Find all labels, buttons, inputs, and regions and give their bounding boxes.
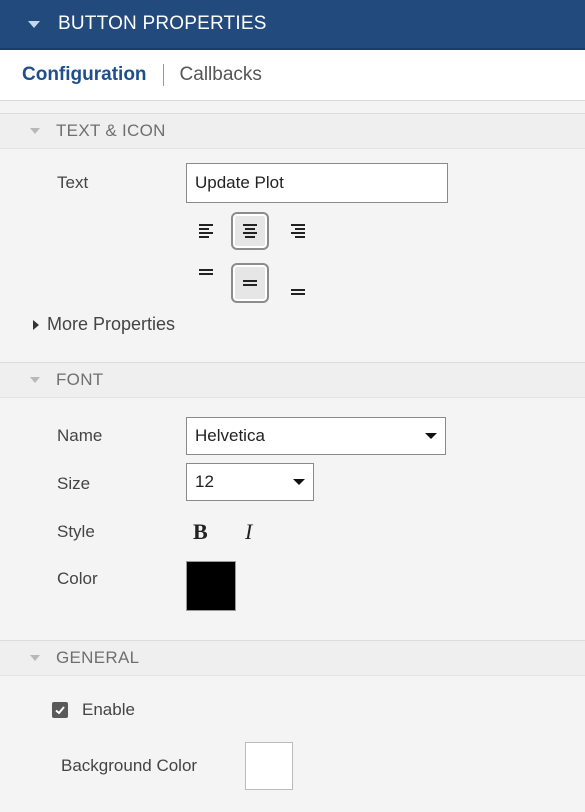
text-label: Text (57, 173, 89, 192)
valign-center-button[interactable] (231, 263, 269, 303)
enable-label: Enable (82, 700, 135, 719)
font-name-dropdown[interactable]: Helvetica (186, 417, 446, 455)
section-title: TEXT & ICON (56, 121, 166, 140)
font-name-label: Name (57, 426, 103, 445)
valign-top-icon (199, 269, 213, 275)
background-color-label: Background Color (61, 756, 198, 775)
font-style-label: Style (57, 522, 95, 541)
section-header-font[interactable]: FONT (0, 362, 585, 398)
font-color-label: Color (57, 569, 98, 588)
chevron-down-icon (293, 479, 305, 485)
collapse-triangle-icon[interactable] (30, 655, 40, 661)
panel-title: BUTTON PROPERTIES (58, 13, 267, 34)
font-size-label: Size (57, 474, 91, 493)
background-color-swatch[interactable] (245, 742, 293, 790)
collapse-triangle-icon[interactable] (28, 20, 40, 28)
section-title: GENERAL (56, 648, 140, 667)
expand-triangle-icon (33, 319, 39, 330)
align-left-icon (199, 224, 213, 238)
font-size-dropdown[interactable]: 12 (186, 463, 314, 501)
collapse-triangle-icon[interactable] (30, 377, 40, 383)
font-size-value: 12 (195, 472, 214, 491)
section-title: FONT (56, 370, 104, 389)
font-name-value: Helvetica (195, 426, 265, 445)
valign-bottom-icon (291, 289, 305, 295)
chevron-down-icon (425, 433, 437, 439)
enable-checkbox[interactable] (52, 702, 68, 718)
align-right-icon (291, 224, 305, 238)
align-left-button[interactable] (191, 216, 221, 246)
checkmark-icon (55, 706, 65, 715)
font-color-swatch[interactable] (186, 561, 236, 611)
bold-button[interactable]: B (193, 519, 208, 545)
align-center-button[interactable] (231, 212, 269, 250)
valign-top-button[interactable] (191, 262, 221, 292)
panel-header[interactable]: BUTTON PROPERTIES (0, 0, 585, 50)
valign-bottom-button[interactable] (283, 272, 313, 302)
more-properties-toggle[interactable]: More Properties (33, 314, 175, 335)
text-field[interactable]: Update Plot (186, 163, 448, 203)
collapse-triangle-icon[interactable] (30, 128, 40, 134)
tab-configuration[interactable]: Configuration (22, 64, 147, 86)
align-center-icon (243, 224, 257, 238)
section-header-general[interactable]: GENERAL (0, 640, 585, 676)
valign-center-icon (243, 280, 257, 286)
tab-callbacks[interactable]: Callbacks (180, 64, 262, 86)
tab-bar: Configuration Callbacks (0, 50, 585, 101)
section-header-text-icon[interactable]: TEXT & ICON (0, 113, 585, 149)
align-right-button[interactable] (283, 216, 313, 246)
more-properties-label: More Properties (47, 314, 176, 334)
italic-button[interactable]: I (245, 519, 252, 545)
tab-separator (162, 64, 164, 86)
